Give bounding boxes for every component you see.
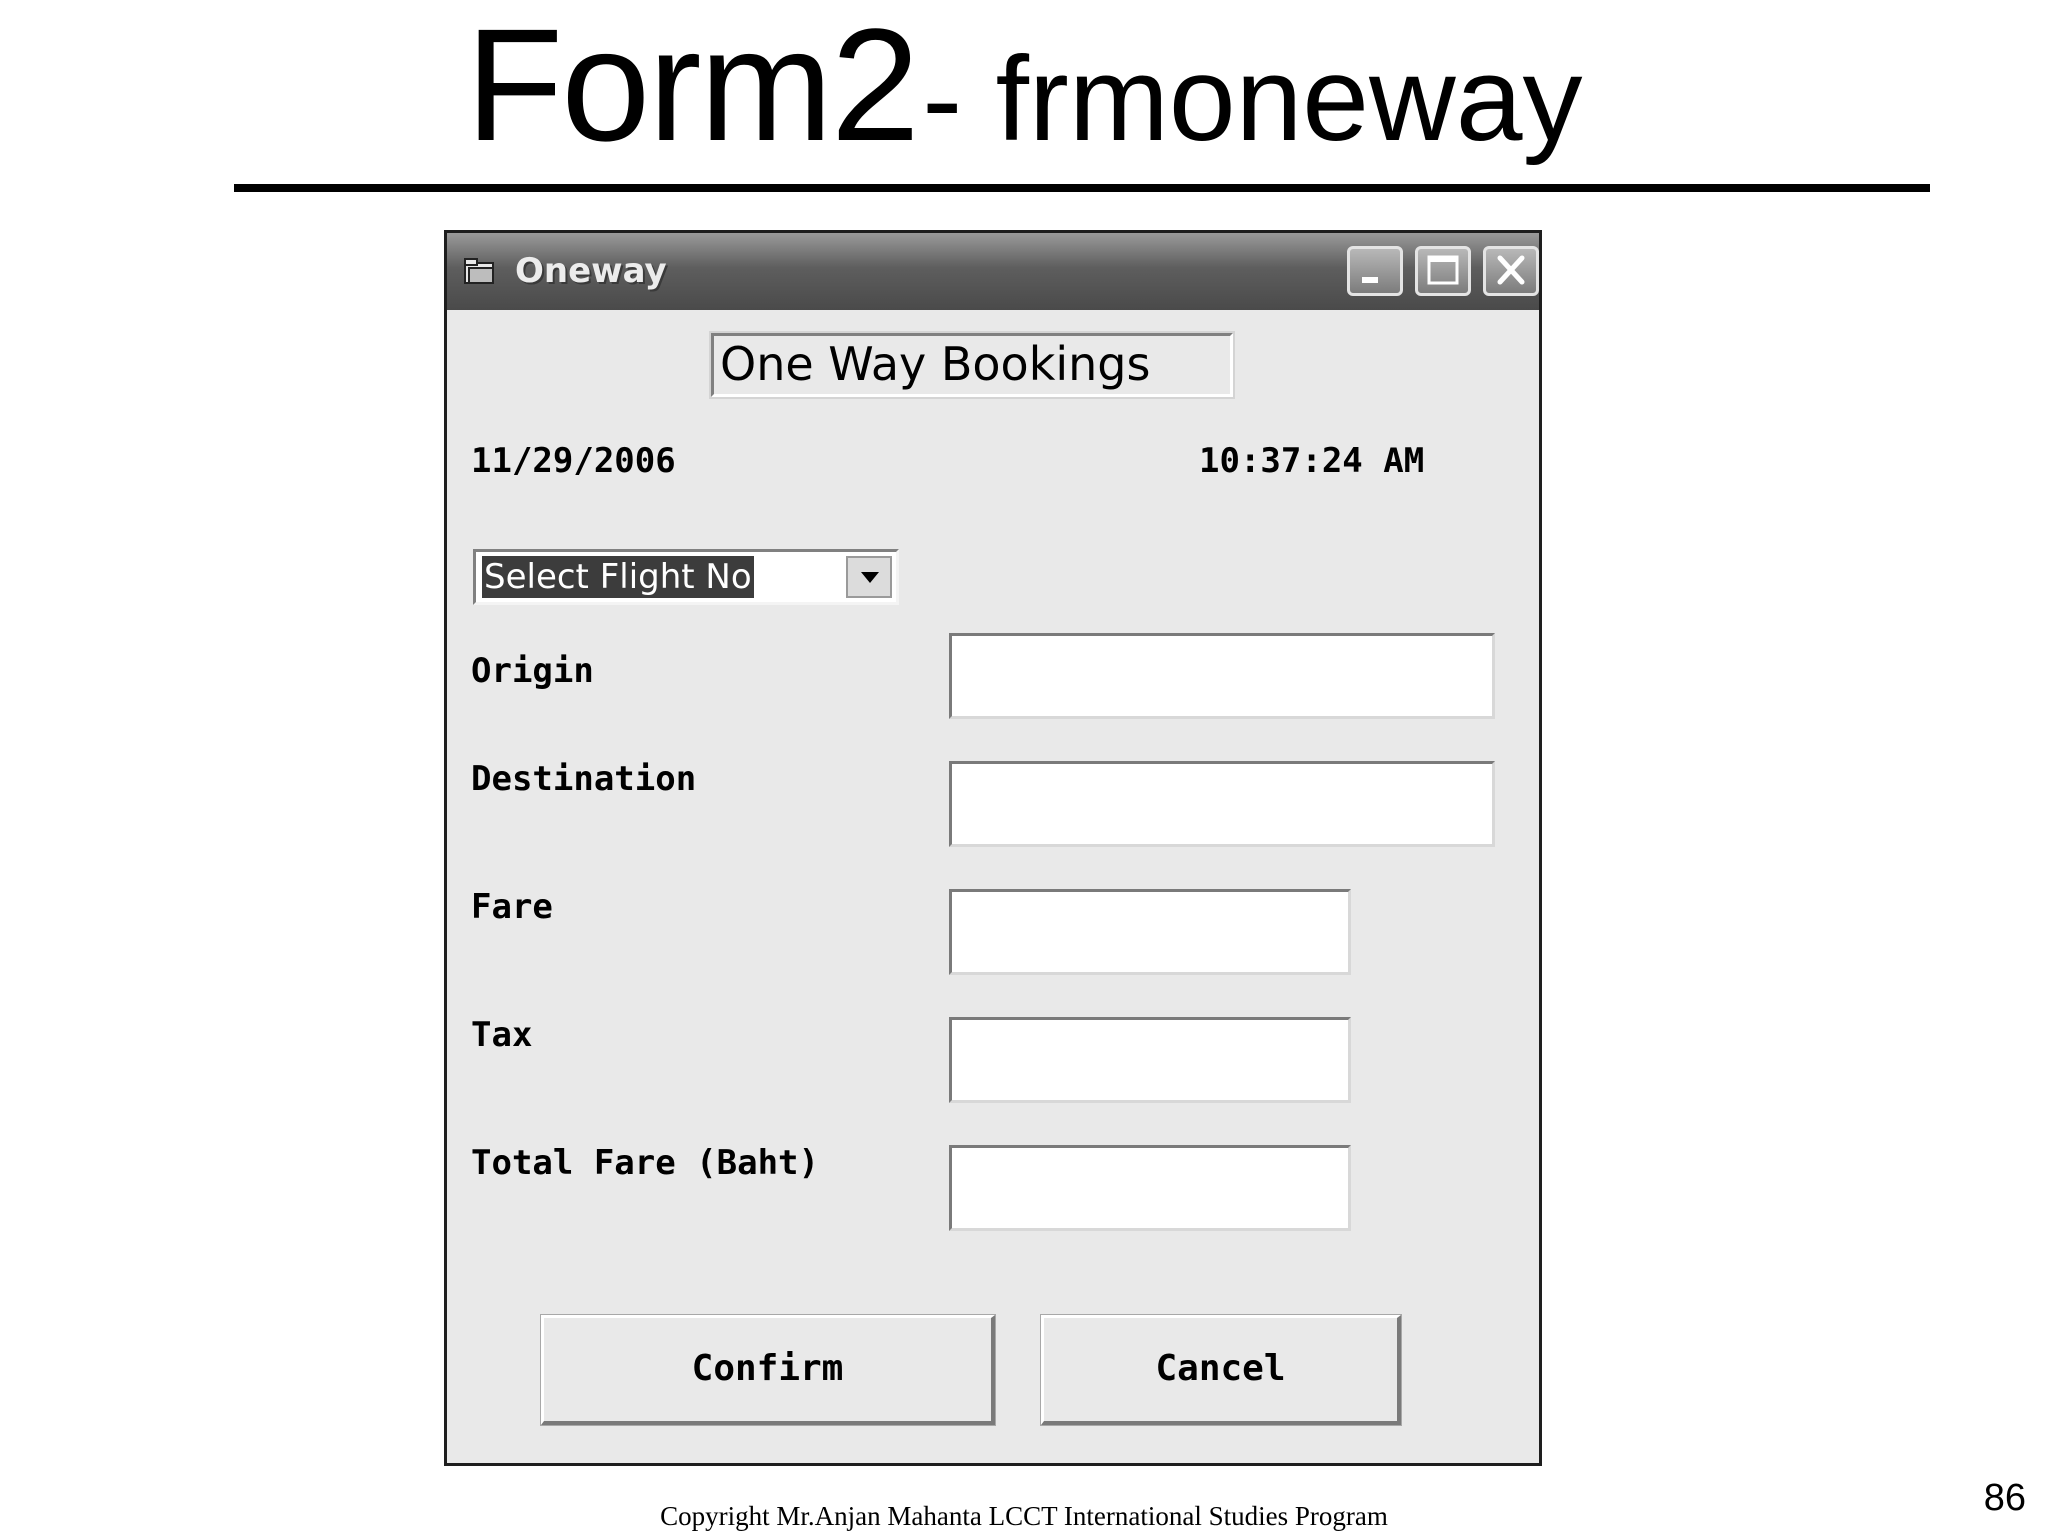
maximize-icon xyxy=(1427,255,1459,285)
destination-label: Destination xyxy=(471,759,697,799)
close-icon xyxy=(1497,255,1525,285)
form-heading: One Way Bookings xyxy=(709,331,1235,399)
chevron-down-icon xyxy=(861,572,879,583)
oneway-window: Oneway One Way Bookings 11/29/2006 10:37… xyxy=(444,230,1542,1466)
tax-input[interactable] xyxy=(949,1017,1351,1103)
minimize-icon xyxy=(1362,277,1378,283)
combo-dropdown-button[interactable] xyxy=(846,556,892,598)
maximize-button[interactable] xyxy=(1415,246,1471,296)
time-label: 10:37:24 AM xyxy=(1199,441,1425,481)
date-label: 11/29/2006 xyxy=(471,441,676,481)
window-title: Oneway xyxy=(515,251,667,291)
slide-title-sub: - frmoneway xyxy=(922,32,1583,166)
destination-input[interactable] xyxy=(949,761,1495,847)
folder-icon xyxy=(463,257,497,287)
title-divider xyxy=(234,184,1930,192)
cancel-button[interactable]: Cancel xyxy=(1040,1314,1402,1426)
slide-title: Form2 - frmoneway xyxy=(0,0,2048,170)
origin-input[interactable] xyxy=(949,633,1495,719)
tax-label: Tax xyxy=(471,1015,533,1055)
fare-label: Fare xyxy=(471,887,553,927)
total-fare-label: Total Fare (Baht) xyxy=(471,1143,819,1183)
page-number: 86 xyxy=(1983,1477,2026,1519)
window-titlebar[interactable]: Oneway xyxy=(447,233,1539,310)
copyright-footer: Copyright Mr.Anjan Mahanta LCCT Internat… xyxy=(660,1501,1388,1531)
fare-input[interactable] xyxy=(949,889,1351,975)
minimize-button[interactable] xyxy=(1347,246,1403,296)
confirm-button[interactable]: Confirm xyxy=(540,1314,996,1426)
origin-label: Origin xyxy=(471,651,594,691)
total-fare-input[interactable] xyxy=(949,1145,1351,1231)
slide-title-main: Form2 xyxy=(465,0,920,174)
flight-number-combo[interactable]: Select Flight No xyxy=(473,549,899,605)
flight-number-combo-value: Select Flight No xyxy=(482,556,754,598)
close-button[interactable] xyxy=(1483,246,1539,296)
